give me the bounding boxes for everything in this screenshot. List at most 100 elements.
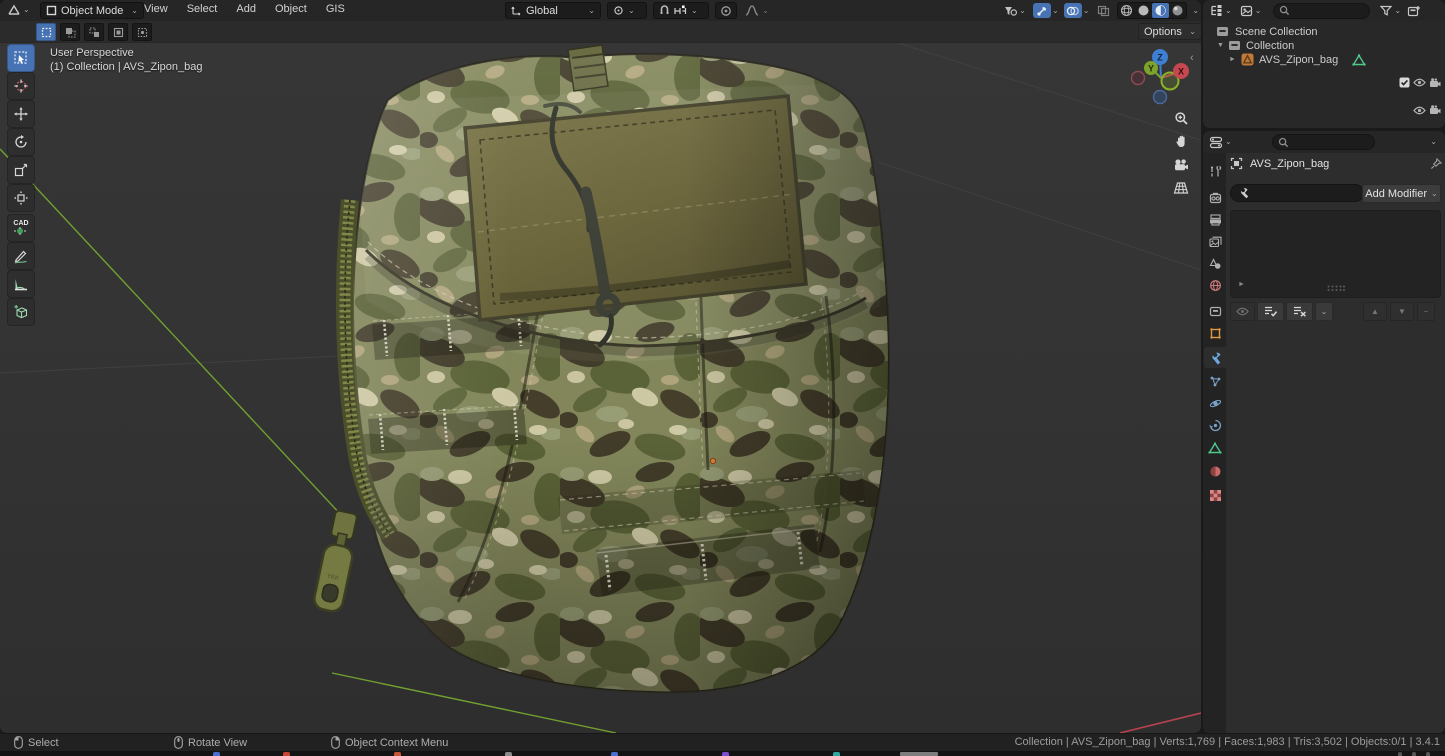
tab-modifiers[interactable] — [1204, 347, 1226, 368]
tab-texture[interactable] — [1204, 485, 1226, 506]
outliner-search-input[interactable] — [1273, 3, 1370, 19]
panel-disclosure-icon[interactable]: ► — [1238, 281, 1245, 288]
tab-object-data[interactable] — [1204, 437, 1226, 458]
tool-transform[interactable] — [7, 184, 35, 212]
gizmos-toggle[interactable] — [1033, 3, 1051, 18]
disclosure-triangle-down-icon[interactable]: ▼ — [1217, 42, 1224, 49]
tool-scale[interactable] — [7, 156, 35, 184]
menu-object[interactable]: Object — [267, 0, 315, 18]
drag-grip-icon[interactable] — [1327, 285, 1345, 292]
object-visibility-dropdown[interactable]: ⌄ — [1002, 3, 1028, 18]
chevron-down-icon[interactable]: ⌄ — [1192, 7, 1199, 15]
gizmo-axis-neg-x[interactable] — [1132, 72, 1145, 85]
breadcrumb-object-name[interactable]: AVS_Zipon_bag — [1250, 158, 1329, 170]
tab-scene[interactable] — [1204, 253, 1226, 274]
chevron-down-icon[interactable]: ⌄ — [1052, 7, 1059, 15]
taskbar-app-icon[interactable] — [505, 752, 512, 756]
outliner-filter-button[interactable]: ⌄ — [1380, 5, 1401, 16]
shading-wireframe-button[interactable] — [1118, 3, 1135, 18]
select-mode-set-button[interactable] — [36, 23, 56, 41]
tab-view-layer[interactable] — [1204, 231, 1226, 252]
tab-material[interactable] — [1204, 461, 1226, 482]
menu-add[interactable]: Add — [228, 0, 264, 18]
tool-move[interactable] — [7, 100, 35, 128]
xray-toggle[interactable] — [1094, 3, 1112, 18]
falloff-dropdown[interactable]: ⌄ — [743, 3, 771, 18]
tool-annotate[interactable] — [7, 242, 35, 270]
tool-select-box[interactable] — [7, 44, 35, 72]
checkbox-checked-icon[interactable] — [1399, 77, 1410, 88]
taskbar-tray-icon[interactable] — [1426, 752, 1430, 756]
properties-editor[interactable]: ⌄ ⌄ AVS_Zipon_ — [1203, 131, 1445, 733]
outliner-row-object[interactable]: ► AVS_Zipon_bag — [1203, 52, 1445, 67]
tool-rotate[interactable] — [7, 128, 35, 156]
select-mode-subtract-button[interactable] — [84, 23, 104, 41]
orientation-dropdown[interactable]: Global ⌄ — [505, 2, 601, 19]
taskbar-tray-icon[interactable] — [1398, 752, 1402, 756]
tool-cad-transform[interactable]: CAD — [7, 214, 35, 242]
scene-canvas[interactable]: YKK — [0, 42, 1201, 733]
shading-material-button[interactable] — [1152, 3, 1169, 18]
tab-constraints[interactable] — [1204, 415, 1226, 436]
tab-render[interactable] — [1204, 187, 1226, 208]
add-modifier-button[interactable]: Add Modifier ⌄ — [1362, 184, 1441, 203]
filter-eye-button[interactable] — [1230, 302, 1255, 321]
proportional-editing-toggle[interactable] — [715, 2, 737, 19]
options-dropdown[interactable]: Options ⌄ — [1138, 23, 1201, 40]
menu-select[interactable]: Select — [179, 0, 226, 18]
outliner-row-collection[interactable]: ▼ Collection — [1203, 38, 1445, 53]
properties-search-input[interactable] — [1272, 134, 1375, 150]
taskbar-app-icon[interactable] — [833, 752, 840, 756]
tab-physics[interactable] — [1204, 393, 1226, 414]
new-collection-button[interactable] — [1407, 5, 1421, 17]
remove-button[interactable]: − — [1417, 302, 1435, 321]
tool-add-cube[interactable] — [7, 298, 35, 326]
outliner-editor-type-button[interactable]: ⌄ — [1210, 4, 1232, 17]
disable-render-camera-icon[interactable] — [1429, 78, 1441, 88]
select-mode-intersect-button[interactable] — [132, 23, 152, 41]
tab-world[interactable] — [1204, 275, 1226, 296]
menu-gis[interactable]: GIS — [318, 0, 353, 18]
modifier-search-input[interactable] — [1230, 184, 1364, 202]
pin-icon[interactable] — [1430, 158, 1442, 170]
tab-tool[interactable] — [1204, 161, 1226, 182]
viewport-3d[interactable]: YKK ⌄ Object Mode ⌄ — [0, 0, 1201, 733]
chevron-down-icon[interactable]: ⌄ — [1430, 138, 1437, 146]
mode-dropdown[interactable]: Object Mode ⌄ — [40, 2, 144, 19]
select-mode-extend-button[interactable] — [60, 23, 80, 41]
taskbar-app-icon[interactable] — [394, 752, 401, 756]
taskbar-app-icon[interactable] — [213, 752, 220, 756]
properties-editor-type-button[interactable]: ⌄ — [1209, 136, 1232, 149]
filter-list-cross-button[interactable] — [1286, 302, 1313, 321]
navigation-gizmo[interactable]: Z Y X — [1125, 48, 1197, 110]
tab-particles[interactable] — [1204, 371, 1226, 392]
taskbar-app-icon[interactable] — [611, 752, 618, 756]
tab-collection[interactable] — [1204, 301, 1226, 322]
tab-object[interactable] — [1204, 323, 1226, 344]
pan-button[interactable] — [1170, 130, 1192, 152]
overlays-toggle[interactable] — [1064, 3, 1082, 18]
sidebar-collapse-arrow[interactable]: ‹ — [1190, 52, 1194, 64]
hide-eye-icon[interactable] — [1413, 78, 1426, 87]
filter-list-check-button[interactable] — [1257, 302, 1284, 321]
outliner-editor[interactable]: ⌄ ⌄ ⌄ Scene Collection ▼ Collec — [1203, 0, 1445, 128]
move-up-button[interactable]: ▲ — [1363, 302, 1387, 321]
taskbar-app-icon[interactable] — [722, 752, 729, 756]
tool-measure[interactable] — [7, 270, 35, 298]
shading-rendered-button[interactable] — [1169, 3, 1186, 18]
disclosure-triangle-right-icon[interactable]: ► — [1229, 56, 1236, 63]
disable-render-camera-icon[interactable] — [1429, 105, 1441, 115]
filter-expand-button[interactable]: ⌄ — [1315, 302, 1333, 321]
move-down-button[interactable]: ▼ — [1390, 302, 1414, 321]
taskbar-app-icon[interactable] — [283, 752, 290, 756]
editor-type-button[interactable]: ⌄ — [7, 3, 30, 17]
modifier-stack-panel[interactable]: ► — [1230, 210, 1441, 298]
hide-eye-icon[interactable] — [1413, 106, 1426, 115]
camera-view-button[interactable] — [1170, 154, 1192, 176]
select-mode-invert-button[interactable] — [108, 23, 128, 41]
orthographic-toggle-button[interactable] — [1170, 177, 1192, 199]
snap-group[interactable]: ⌄ — [653, 2, 709, 19]
pivot-dropdown[interactable]: ⌄ — [607, 2, 647, 19]
menu-view[interactable]: View — [136, 0, 176, 18]
gizmo-axis-neg-z[interactable] — [1154, 91, 1167, 104]
